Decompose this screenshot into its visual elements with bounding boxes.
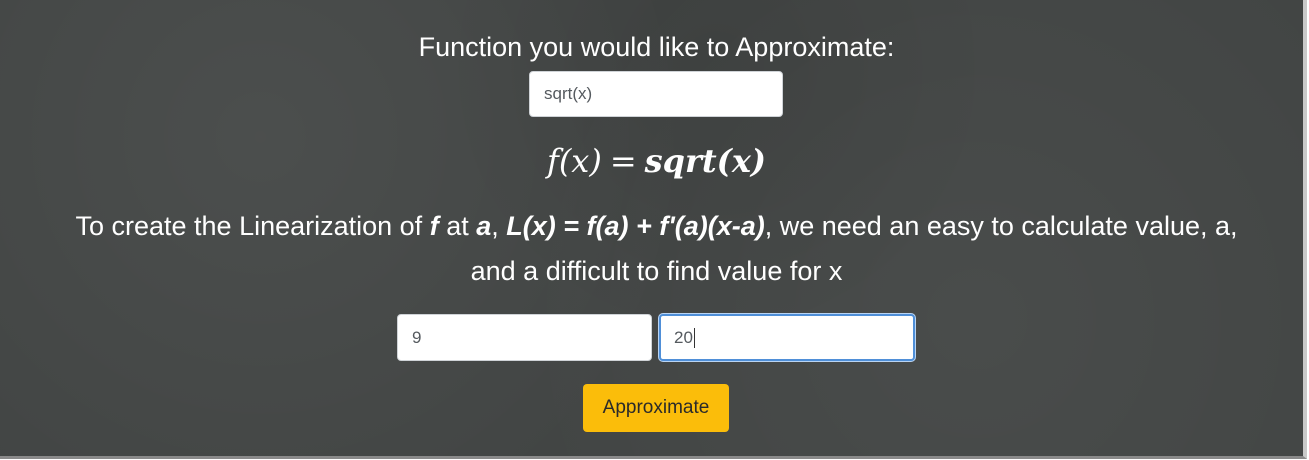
function-input[interactable]: sqrt(x) [529,71,783,117]
chalkboard-panel: Function you would like to Approximate: … [0,0,1307,459]
desc-comma: , [491,211,507,241]
x-value-text: 20 [674,327,693,347]
desc-at: at [438,211,477,241]
desc-part1: To create the Linearization of [75,211,430,241]
approximate-button[interactable]: Approximate [583,384,729,432]
function-input-value: sqrt(x) [544,84,593,103]
linearization-description: To create the Linearization of f at a, L… [50,204,1263,294]
desc-f: f [429,211,439,241]
x-value-input[interactable]: 20 [659,314,915,361]
text-caret [693,327,695,348]
a-value-text: 9 [412,327,422,347]
formula-equals: = [609,142,637,180]
formula-rhs: sqrt(x) [644,142,767,180]
page-title: Function you would like to Approximate: [418,32,895,62]
formula-lhs: f(x) [546,142,602,180]
a-value-input[interactable]: 9 [397,314,652,361]
desc-formula: L(x) = f(a) + f'(a)(x-a) [506,211,765,241]
function-display: f(x) = sqrt(x) [0,138,1309,184]
desc-a: a [476,211,492,241]
